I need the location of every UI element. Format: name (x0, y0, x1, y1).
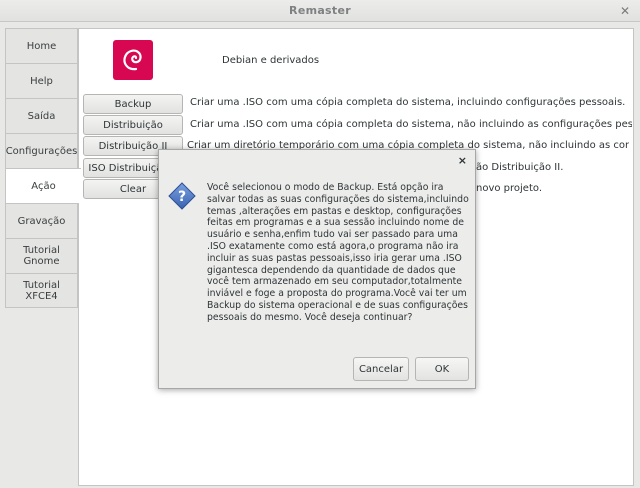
tab-help[interactable]: Help (5, 63, 78, 98)
distribuicao-button[interactable]: Distribuição (83, 115, 183, 135)
question-icon: ? (168, 182, 196, 210)
clear-description: novo projeto. (476, 183, 543, 194)
tab-bar: Home Help Saída Configurações Ação Grava… (5, 28, 81, 308)
tab-tutorial-gnome[interactable]: Tutorial Gnome (5, 238, 78, 273)
backup-description: Criar uma .ISO com uma cópia completa do… (190, 97, 626, 108)
window-titlebar: Remaster ✕ (0, 0, 640, 22)
tab-label: Tutorial Gnome (23, 245, 60, 267)
distro-label: Debian e derivados (222, 55, 320, 66)
tab-label: Ação (31, 180, 56, 192)
tab-label: Gravação (17, 215, 66, 227)
dialog-message: Você selecionou o modo de Backup. Está o… (207, 182, 469, 323)
backup-button[interactable]: Backup (83, 94, 183, 114)
tab-label: Help (30, 75, 53, 87)
tab-configuracoes[interactable]: Configurações (5, 133, 78, 168)
tab-label: Home (26, 40, 57, 52)
ok-button[interactable]: OK (415, 357, 469, 381)
tab-acao[interactable]: Ação (5, 168, 81, 203)
window-title: Remaster (289, 4, 351, 17)
cancel-button[interactable]: Cancelar (353, 357, 409, 381)
distribuicao-description: Criar uma .ISO com uma cópia completa do… (190, 119, 632, 130)
dialog-close-icon[interactable]: × (458, 154, 467, 167)
svg-text:?: ? (178, 189, 186, 205)
tab-tutorial-xfce4[interactable]: Tutorial XFCE4 (5, 273, 78, 308)
backup-confirm-dialog: × ? Você selecionou o modo de Backup. Es… (158, 149, 476, 389)
tab-label: Tutorial XFCE4 (23, 279, 60, 302)
tab-home[interactable]: Home (5, 28, 78, 63)
tab-saida[interactable]: Saída (5, 98, 78, 133)
debian-logo-icon (113, 40, 153, 80)
tab-gravacao[interactable]: Gravação (5, 203, 78, 238)
tab-label: Configurações (5, 145, 78, 157)
window-close-icon[interactable]: ✕ (620, 0, 630, 22)
tab-label: Saída (27, 110, 56, 122)
iso-distribuicao-ii-description: ão Distribuição II. (476, 162, 564, 173)
